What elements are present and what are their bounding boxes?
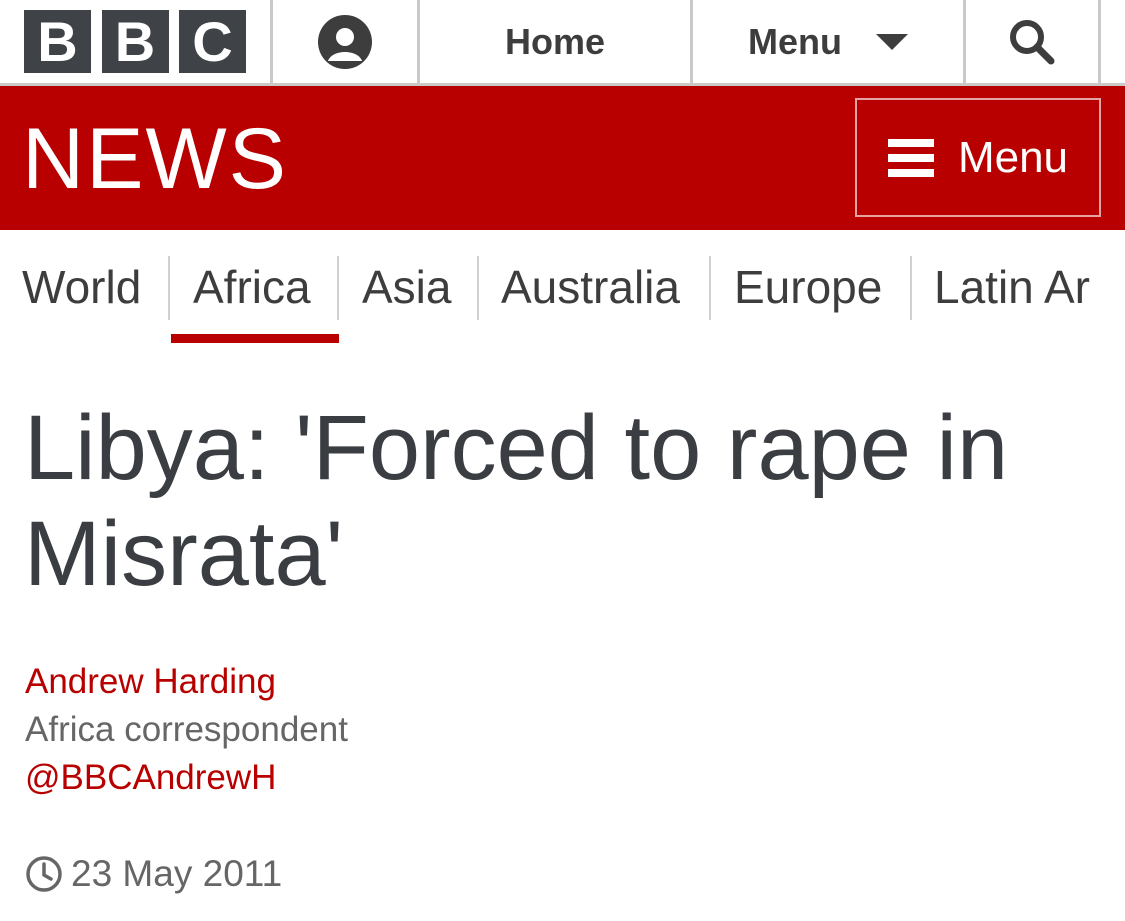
home-link[interactable]: Home [420,0,690,83]
news-menu-button[interactable]: Menu [855,98,1101,217]
nav-item-asia[interactable]: Asia [362,260,451,314]
divider [168,256,170,320]
home-label: Home [504,20,606,62]
author-twitter-link[interactable]: @BBCAndrewH [25,758,276,798]
search-icon [1010,19,1055,64]
nav-item-africa[interactable]: Africa [193,260,311,314]
date-text: 23 May 2011 [71,853,283,894]
caret-down-icon [876,33,908,50]
news-menu-label: Menu [957,132,1069,182]
bbc-logo-letter: B [101,10,169,73]
divider [910,256,912,320]
divider [477,256,479,320]
nav-item-latin-america[interactable]: Latin Ar [934,260,1090,314]
account-button[interactable] [273,0,417,83]
top-menu-label: Menu [748,20,842,62]
nav-item-world[interactable]: World [22,260,141,314]
top-menu-button[interactable]: Menu [693,0,963,83]
news-header: NEWS Menu [0,86,1125,230]
section-nav: World Africa Asia Australia Europe Latin… [0,230,1125,345]
article-headline: Libya: 'Forced to rape in Misrata' [24,397,1009,605]
nav-item-europe[interactable]: Europe [734,260,882,314]
search-button[interactable] [966,0,1098,83]
bbc-logo-letter: B [24,10,91,73]
bbc-logo-letter: C [179,10,246,73]
article-date: 23 May 2011 [25,853,282,895]
bbc-top-bar: B B C Home Menu [0,0,1125,86]
divider [709,256,711,320]
active-section-indicator [171,334,339,343]
author-name-link[interactable]: Andrew Harding [25,662,276,702]
divider [1098,0,1101,83]
news-logo[interactable]: NEWS [22,116,288,202]
divider [337,256,339,320]
hamburger-icon [887,138,934,177]
bbc-logo[interactable]: B B C [24,0,246,83]
account-icon [318,14,372,69]
nav-item-australia[interactable]: Australia [501,260,680,314]
clock-icon [26,856,62,892]
author-role: Africa correspondent [25,710,348,749]
